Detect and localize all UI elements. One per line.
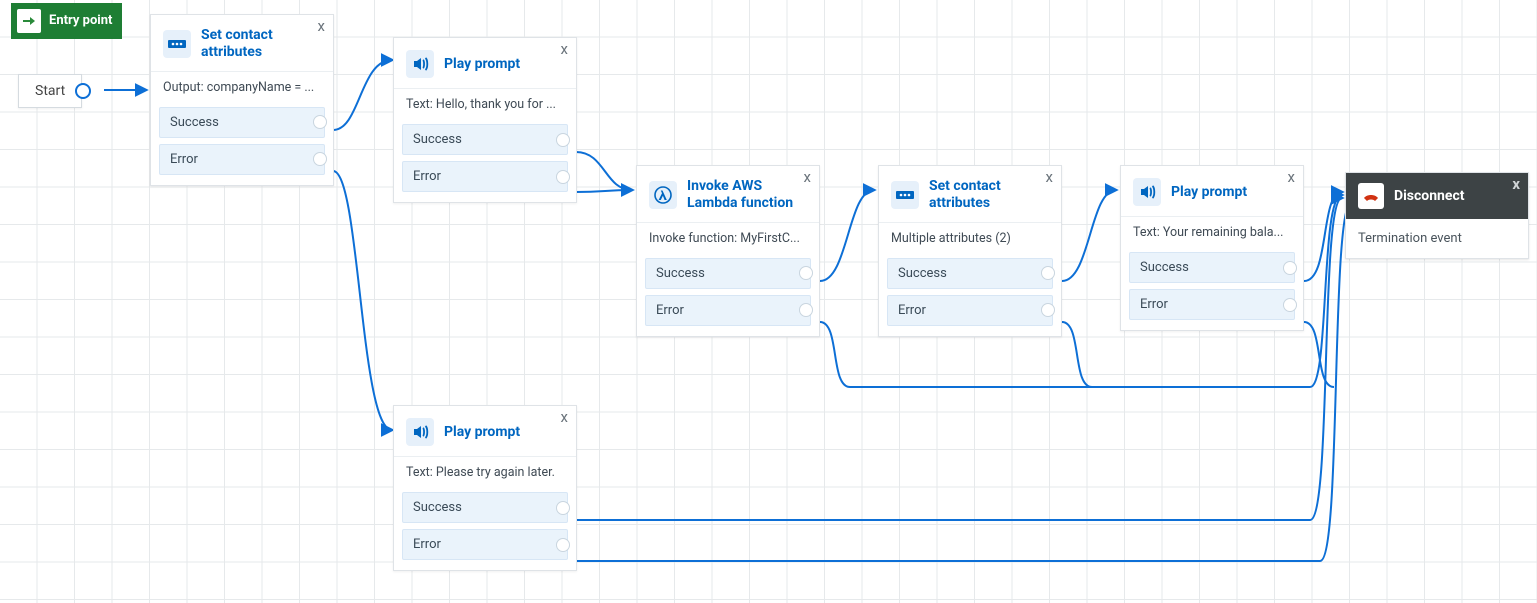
- branch-success[interactable]: Success: [645, 258, 811, 289]
- play-prompt-icon: [1133, 178, 1161, 206]
- node-play-prompt-try-again[interactable]: x Play prompt Text: Please try again lat…: [393, 405, 577, 571]
- node-title: Play prompt: [1171, 184, 1247, 201]
- output-port[interactable]: [1283, 298, 1297, 312]
- contact-attributes-icon: [163, 30, 191, 58]
- entry-point-label: Entry point: [49, 14, 112, 29]
- start-node[interactable]: Start: [18, 74, 82, 108]
- branch-error[interactable]: Error: [402, 529, 568, 560]
- branch-success[interactable]: Success: [402, 124, 568, 155]
- output-port[interactable]: [799, 266, 813, 280]
- output-port[interactable]: [556, 501, 570, 515]
- node-play-prompt-balance[interactable]: x Play prompt Text: Your remaining bala.…: [1120, 165, 1304, 331]
- output-port[interactable]: [313, 115, 327, 129]
- contact-attributes-icon: [891, 181, 919, 209]
- branch-error[interactable]: Error: [1129, 289, 1295, 320]
- output-port[interactable]: [313, 152, 327, 166]
- branch-success[interactable]: Success: [1129, 252, 1295, 283]
- output-port[interactable]: [556, 133, 570, 147]
- close-icon[interactable]: x: [1046, 170, 1053, 185]
- close-icon[interactable]: x: [1288, 170, 1295, 185]
- branch-error[interactable]: Error: [402, 161, 568, 192]
- close-icon[interactable]: x: [318, 19, 325, 34]
- node-title: Play prompt: [444, 424, 520, 441]
- node-title: Invoke AWS Lambda function: [687, 178, 807, 212]
- node-subtitle: Text: Hello, thank you for ...: [394, 88, 576, 124]
- node-subtitle: Multiple attributes (2): [879, 222, 1061, 258]
- node-title: Set contact attributes: [201, 27, 321, 61]
- node-subtitle: Text: Your remaining bala...: [1121, 216, 1303, 252]
- close-icon[interactable]: x: [561, 42, 568, 57]
- close-icon[interactable]: x: [804, 170, 811, 185]
- close-icon[interactable]: x: [561, 410, 568, 425]
- play-prompt-icon: [406, 50, 434, 78]
- node-set-contact-attributes-1[interactable]: x Set contact attributes Output: company…: [150, 14, 334, 186]
- node-play-prompt-hello[interactable]: x Play prompt Text: Hello, thank you for…: [393, 37, 577, 203]
- branch-success[interactable]: Success: [887, 258, 1053, 289]
- output-port[interactable]: [1041, 303, 1055, 317]
- output-port[interactable]: [556, 170, 570, 184]
- entry-point-badge: Entry point: [11, 3, 122, 39]
- branch-error[interactable]: Error: [159, 144, 325, 175]
- node-set-contact-attributes-2[interactable]: x Set contact attributes Multiple attrib…: [878, 165, 1062, 337]
- node-disconnect[interactable]: x Disconnect Termination event: [1345, 172, 1529, 259]
- flow-canvas[interactable]: Entry point Start x Set contact attribut…: [0, 0, 1537, 603]
- output-port[interactable]: [556, 538, 570, 552]
- start-label: Start: [35, 83, 65, 99]
- close-icon[interactable]: x: [1512, 177, 1520, 192]
- node-title: Play prompt: [444, 56, 520, 73]
- play-prompt-icon: [406, 418, 434, 446]
- branch-error[interactable]: Error: [887, 295, 1053, 326]
- node-subtitle: Output: companyName = ...: [151, 71, 333, 107]
- lambda-icon: [649, 181, 677, 209]
- node-invoke-lambda[interactable]: x Invoke AWS Lambda function Invoke func…: [636, 165, 820, 337]
- output-port[interactable]: [1041, 266, 1055, 280]
- branch-success[interactable]: Success: [402, 492, 568, 523]
- node-title: Set contact attributes: [929, 178, 1049, 212]
- output-port[interactable]: [1283, 261, 1297, 275]
- start-output-port[interactable]: [75, 83, 91, 99]
- branch-success[interactable]: Success: [159, 107, 325, 138]
- node-subtitle: Invoke function: MyFirstC...: [637, 222, 819, 258]
- disconnect-icon: [1358, 183, 1384, 209]
- entry-arrow-icon: [17, 9, 41, 33]
- branch-error[interactable]: Error: [645, 295, 811, 326]
- output-port[interactable]: [799, 303, 813, 317]
- node-subtitle: Termination event: [1346, 219, 1528, 258]
- node-subtitle: Text: Please try again later.: [394, 456, 576, 492]
- node-title: Disconnect: [1394, 188, 1464, 204]
